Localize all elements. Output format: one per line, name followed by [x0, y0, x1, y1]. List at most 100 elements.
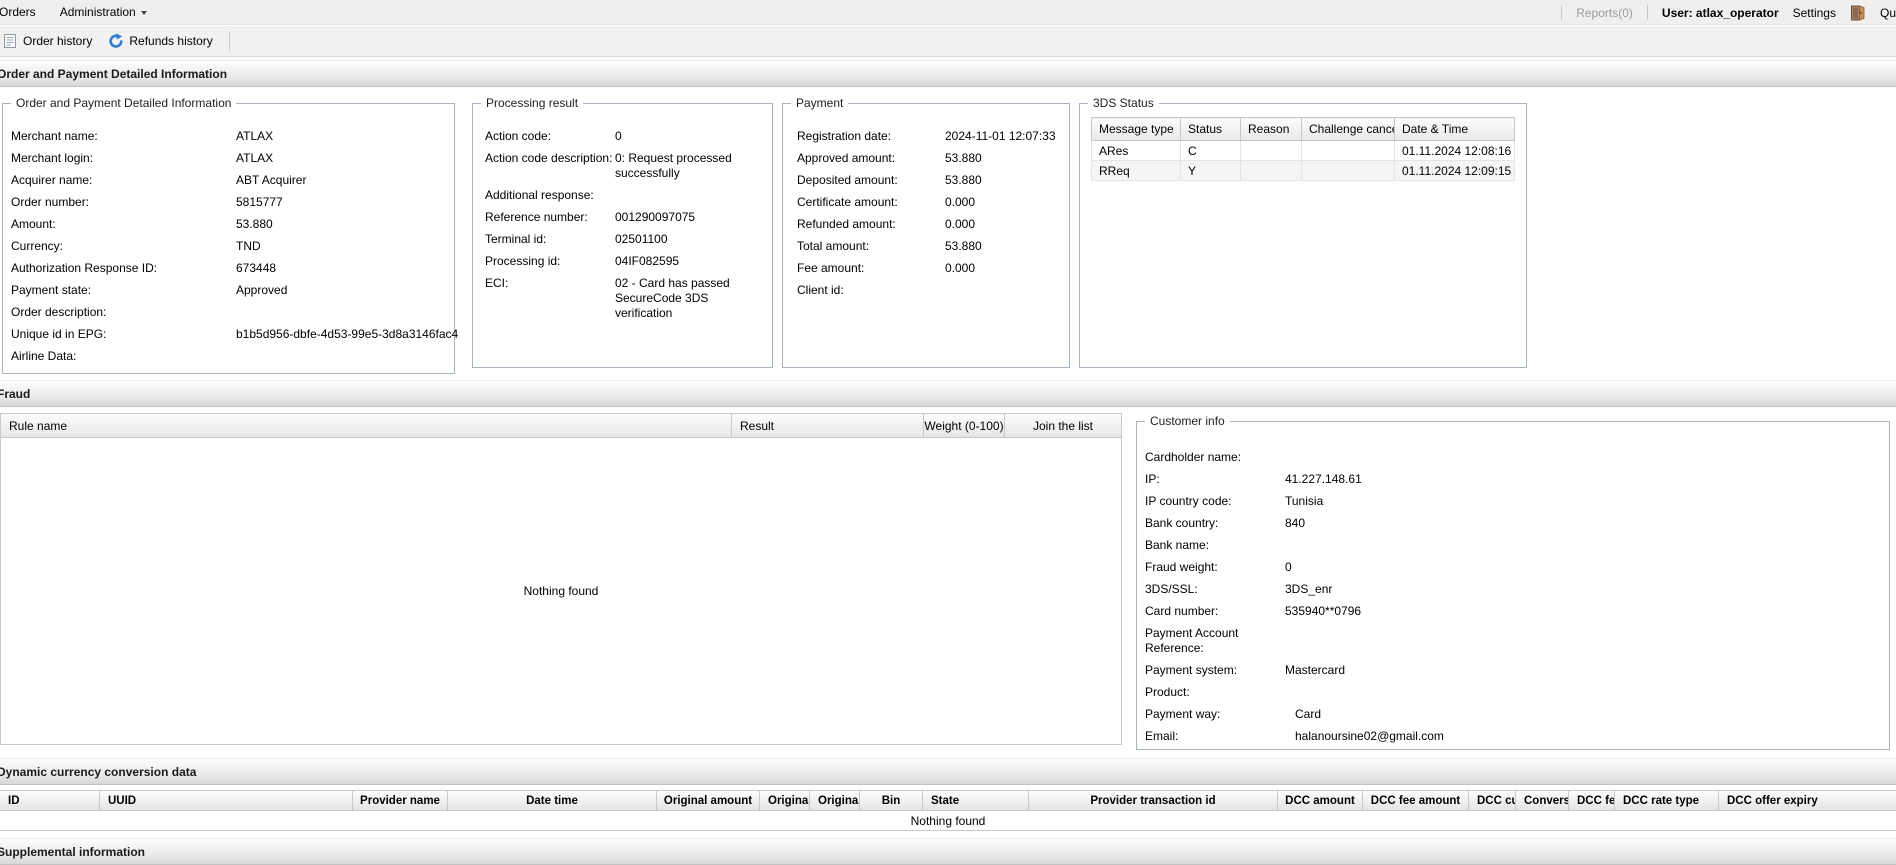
field-label: Additional response:	[485, 188, 615, 203]
cell-date-time: 01.11.2024 12:09:15	[1395, 161, 1515, 181]
field-label: Order number:	[11, 195, 236, 210]
field-value: 5815777	[236, 195, 448, 210]
column-header-state: State	[923, 791, 1029, 810]
field-label: Order description:	[11, 305, 236, 320]
cell-challenge-cancel	[1302, 141, 1395, 161]
column-header-dcc-fee-amount: DCC fee amount	[1363, 791, 1469, 810]
menu-item-reports[interactable]: Reports(0)	[1576, 6, 1633, 20]
field-label: Fee amount:	[797, 261, 945, 276]
dcc-table-empty-state: Nothing found	[0, 811, 1896, 831]
field-row: Order description:	[11, 305, 448, 320]
customer-info-fieldset: Customer info Cardholder name: IP:41.227…	[1136, 421, 1890, 750]
field-value: Mastercard	[1285, 663, 1881, 678]
field-row: Merchant name:ATLAX	[11, 129, 448, 144]
field-row: Fraud weight:0	[1145, 560, 1881, 575]
toolbar-separator	[229, 31, 230, 51]
column-header-rule-name: Rule name	[1, 414, 731, 437]
field-label: Terminal id:	[485, 232, 615, 247]
field-row: IP country code:Tunisia	[1145, 494, 1881, 509]
section-title: Dynamic currency conversion data	[0, 765, 196, 779]
field-value: b1b5d956-dbfe-4d53-99e5-3d8a3146fac4	[236, 327, 458, 342]
field-label: Airline Data:	[11, 349, 236, 364]
field-label: ECI:	[485, 276, 615, 321]
column-header-date-time: Date & Time	[1395, 118, 1515, 141]
processing-result-legend: Processing result	[481, 96, 583, 110]
field-row: Terminal id:02501100	[485, 232, 764, 247]
table-row: RReq Y 01.11.2024 12:09:15	[1092, 161, 1515, 181]
field-label: Registration date:	[797, 129, 945, 144]
order-history-button[interactable]: Order history	[0, 28, 100, 54]
field-value: 0	[1285, 560, 1881, 575]
column-header-join-the-list: Join the list	[1004, 414, 1121, 437]
field-value	[1285, 538, 1881, 553]
threeds-status-fieldset: 3DS Status Message type Status Reason Ch…	[1079, 103, 1527, 368]
field-value: 53.880	[945, 239, 1063, 254]
dcc-table-header: ID UUID Provider name Date time Original…	[0, 790, 1896, 811]
field-label: Client id:	[797, 283, 945, 298]
field-value: Approved	[236, 283, 448, 298]
field-value	[1285, 626, 1881, 656]
menu-item-administration-label: Administration	[60, 5, 136, 19]
field-value: ATLAX	[236, 129, 448, 144]
field-row: Refunded amount:0.000	[797, 217, 1063, 232]
field-row: Amount:53.880	[11, 217, 448, 232]
field-value: 02501100	[615, 232, 764, 247]
column-header-provider-transaction-id: Provider transaction id	[1029, 791, 1278, 810]
payment-fieldset: Payment Registration date:2024-11-01 12:…	[782, 103, 1070, 368]
field-label: Processing id:	[485, 254, 615, 269]
empty-state-text: Nothing found	[524, 584, 599, 598]
order-history-icon	[2, 33, 18, 49]
column-header-conversion: Conversi	[1516, 791, 1569, 810]
menu-bar: Orders Administration Reports(0) User: a…	[0, 0, 1896, 25]
field-row: Additional response:	[485, 188, 764, 203]
menu-item-administration[interactable]: Administration	[48, 0, 159, 25]
order-info-fieldset: Order and Payment Detailed Information M…	[2, 103, 455, 374]
menu-item-orders-label: Orders	[0, 5, 36, 19]
field-value: 04IF082595	[615, 254, 764, 269]
field-value: 53.880	[945, 151, 1063, 166]
field-value: 0	[615, 129, 764, 144]
field-label: Payment system:	[1145, 663, 1285, 678]
menu-item-orders[interactable]: Orders	[0, 0, 48, 25]
section-title: Order and Payment Detailed Information	[0, 67, 227, 81]
column-header-dcc-amount: DCC amount	[1278, 791, 1363, 810]
payment-rows: Registration date:2024-11-01 12:07:33 Ap…	[783, 104, 1069, 298]
refunds-history-button[interactable]: Refunds history	[100, 28, 220, 54]
field-row: Total amount:53.880	[797, 239, 1063, 254]
field-row: Order number:5815777	[11, 195, 448, 210]
threeds-status-table: Message type Status Reason Challenge can…	[1091, 117, 1515, 181]
field-value: 0.000	[945, 261, 1063, 276]
threeds-status-legend: 3DS Status	[1088, 96, 1159, 110]
field-label: Merchant name:	[11, 129, 236, 144]
customer-info-rows: Cardholder name: IP:41.227.148.61 IP cou…	[1137, 422, 1889, 744]
field-row: Payment way:Card	[1145, 707, 1881, 722]
field-value: ATLAX	[236, 151, 448, 166]
field-row: Certificate amount:0.000	[797, 195, 1063, 210]
chevron-down-icon	[141, 11, 147, 15]
field-value: halanoursine02@gmail.com	[1285, 729, 1881, 744]
field-row: Unique id in EPG:b1b5d956-dbfe-4d53-99e5…	[11, 327, 448, 342]
field-label: Total amount:	[797, 239, 945, 254]
menu-item-settings[interactable]: Settings	[1793, 6, 1836, 20]
column-header-dcc-rate-type: DCC rate type	[1615, 791, 1719, 810]
column-header-uuid: UUID	[100, 791, 353, 810]
field-row: Acquirer name:ABT Acquirer	[11, 173, 448, 188]
field-label: Reference number:	[485, 210, 615, 225]
empty-state-text: Nothing found	[911, 814, 986, 828]
field-value: 001290097075	[615, 210, 764, 225]
field-value: 0.000	[945, 195, 1063, 210]
field-label: 3DS/SSL:	[1145, 582, 1285, 597]
field-label: Fraud weight:	[1145, 560, 1285, 575]
field-value: 673448	[236, 261, 448, 276]
field-row: Registration date:2024-11-01 12:07:33	[797, 129, 1063, 144]
field-row: IP:41.227.148.61	[1145, 472, 1881, 487]
field-label: Bank country:	[1145, 516, 1285, 531]
menu-item-quit[interactable]: Quit	[1880, 6, 1896, 20]
table-row: ARes C 01.11.2024 12:08:16	[1092, 141, 1515, 161]
column-header-date-time: Date time	[448, 791, 657, 810]
order-history-label: Order history	[23, 34, 92, 48]
field-value: 840	[1285, 516, 1881, 531]
column-header-reason: Reason	[1241, 118, 1302, 141]
fraud-table-header: Rule name Result Weight (0-100) Join the…	[0, 413, 1122, 438]
field-value	[945, 283, 1063, 298]
